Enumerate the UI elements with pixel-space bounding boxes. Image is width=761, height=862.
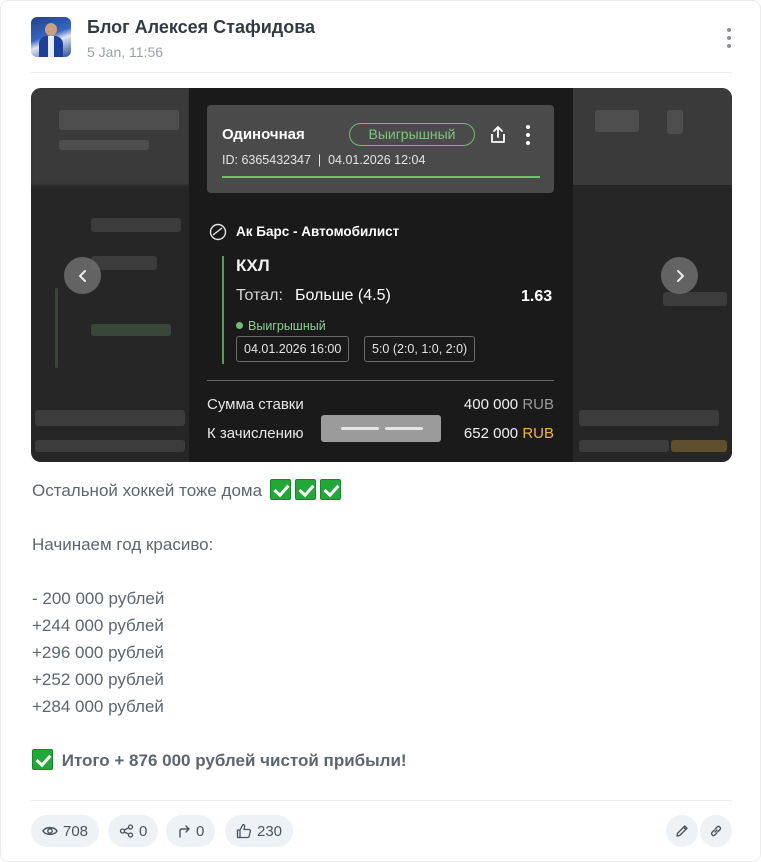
masked-button (321, 415, 441, 442)
result-line: +296 000 рублей (32, 643, 164, 662)
check-emoji-icon (319, 479, 341, 500)
result-line: - 200 000 рублей (32, 589, 165, 608)
progress-line (222, 176, 540, 178)
odds-value: 1.63 (521, 288, 553, 305)
forward-icon (179, 825, 190, 838)
result-line: +284 000 рублей (32, 697, 164, 716)
post-time: 5 Jan, 11:56 (87, 44, 164, 60)
outcome-label: Тотал: (236, 287, 283, 304)
forwards-counter[interactable]: 0 (166, 815, 216, 847)
result-line: +252 000 рублей (32, 670, 164, 689)
bet-header: Одиночная Выигрышный ID: 6365432347 | 04… (207, 105, 554, 193)
likes-count: 230 (257, 822, 283, 840)
check-emoji-icon (294, 479, 316, 500)
event-date-chip: 04.01.2026 16:00 (236, 336, 350, 362)
payout-currency: RUB (522, 425, 554, 442)
shares-counter[interactable]: 0 (108, 815, 159, 847)
score-chip: 5:0 (2:0, 1:0, 2:0) (364, 336, 476, 362)
text-intro: Остальной хоккей тоже дома (32, 481, 263, 500)
footer-divider (31, 800, 732, 801)
post-text: Остальной хоккей тоже дома Начинаем год … (32, 477, 732, 774)
stake-amount: 400 000 RUB (464, 396, 554, 413)
bet-status: Выигрышный (236, 319, 326, 333)
match-name: Ак Барс - Автомобилист (236, 224, 400, 239)
post-header: Блог Алексея Стафидова 5 Jan, 11:56 (31, 15, 732, 73)
payout-value: 652 000 (463, 425, 519, 442)
more-vertical-icon[interactable] (719, 25, 739, 51)
payout-amount: 652 000 RUB (464, 425, 554, 442)
payout-label: К зачислению (207, 425, 304, 442)
carousel-next-button[interactable] (661, 257, 698, 294)
channel-name[interactable]: Блог Алексея Стафидова (87, 17, 315, 38)
total-text: Итого + 876 000 рублей чистой прибыли! (61, 751, 407, 770)
hockey-puck-icon (209, 223, 227, 241)
text-line: Начинаем год красиво: (32, 535, 214, 554)
thumbs-up-icon (236, 823, 252, 839)
total-line: Итого + 876 000 рублей чистой прибыли! (32, 747, 732, 774)
more-icon (525, 125, 531, 145)
post-card: Блог Алексея Стафидова 5 Jan, 11:56 Один… (0, 0, 761, 862)
bet-type: Одиночная (222, 126, 305, 143)
stake-value: 400 000 (463, 396, 519, 413)
outcome-value: Больше (4.5) (295, 287, 391, 304)
channel-avatar[interactable] (31, 17, 71, 57)
forwards-count: 0 (196, 822, 205, 840)
share-icon (119, 824, 134, 838)
eye-icon (42, 826, 58, 836)
shares-count: 0 (139, 822, 148, 840)
bet-id: ID: 6365432347 | 04.01.2026 12:04 (222, 153, 426, 167)
likes-counter[interactable]: 230 (225, 815, 294, 847)
views-count: 708 (63, 822, 89, 840)
share-icon (491, 126, 505, 143)
status-badge: Выигрышный (349, 123, 475, 146)
bet-slip-screenshot: Одиночная Выигрышный ID: 6365432347 | 04… (189, 88, 573, 462)
media-carousel[interactable]: Одиночная Выигрышный ID: 6365432347 | 04… (31, 88, 732, 462)
league-name: КХЛ (236, 256, 270, 275)
carousel-prev-button[interactable] (64, 257, 101, 294)
pencil-icon (676, 825, 688, 837)
views-counter[interactable]: 708 (31, 815, 100, 847)
market-bar (222, 256, 224, 364)
result-line: +244 000 рублей (32, 616, 164, 635)
text-line: Остальной хоккей тоже дома (32, 477, 732, 504)
chevron-left-icon (78, 269, 86, 282)
divider (207, 380, 554, 381)
stake-label: Сумма ставки (207, 396, 304, 413)
edit-button[interactable] (666, 815, 698, 847)
copy-link-button[interactable] (700, 815, 732, 847)
check-emoji-icon (32, 749, 53, 770)
link-icon (710, 825, 722, 837)
stake-currency: RUB (522, 396, 554, 413)
blurred-background-right (573, 88, 732, 462)
check-emoji-icon (269, 479, 291, 500)
chevron-right-icon (676, 269, 684, 282)
